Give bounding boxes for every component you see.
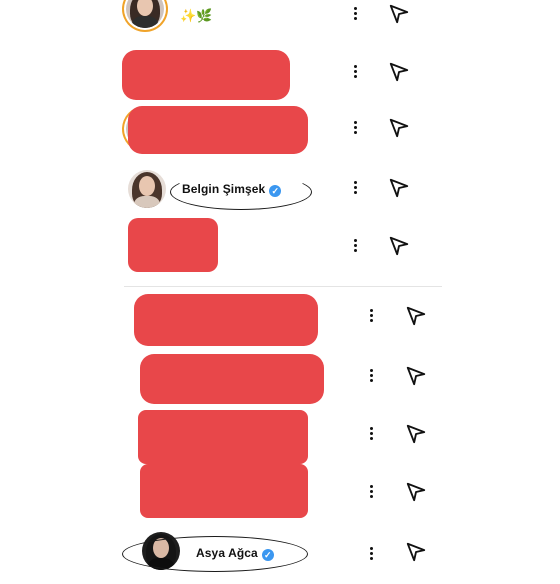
- redaction-mark: [140, 464, 308, 518]
- suggested-user-row[interactable]: Asya Ağca ✓: [0, 526, 560, 584]
- suggested-user-row[interactable]: Belgin Şimşek ✓: [0, 160, 560, 218]
- more-options-icon[interactable]: [350, 120, 362, 136]
- more-options-icon[interactable]: [350, 64, 362, 80]
- pen-underline: [122, 536, 308, 572]
- send-icon[interactable]: [388, 235, 410, 257]
- redaction-mark: [134, 294, 318, 346]
- redaction-mark: [140, 354, 324, 404]
- suggested-user-row[interactable]: [0, 100, 560, 158]
- suggested-user-row[interactable]: [0, 44, 560, 102]
- redaction-mark: [128, 218, 218, 272]
- send-icon[interactable]: [405, 481, 427, 503]
- redaction-mark: [128, 106, 308, 154]
- suggested-user-row[interactable]: [0, 408, 560, 466]
- avatar[interactable]: [128, 170, 166, 208]
- send-icon[interactable]: [388, 117, 410, 139]
- more-options-icon[interactable]: [350, 180, 362, 196]
- send-icon[interactable]: [405, 423, 427, 445]
- list-divider: [124, 286, 442, 287]
- send-icon[interactable]: [405, 365, 427, 387]
- more-options-icon[interactable]: [350, 6, 362, 22]
- avatar[interactable]: [126, 0, 164, 28]
- send-icon[interactable]: [405, 305, 427, 327]
- avatar-body: [134, 196, 160, 208]
- suggested-user-row[interactable]: [0, 218, 560, 276]
- more-options-icon[interactable]: [366, 308, 378, 324]
- send-icon[interactable]: [388, 3, 410, 25]
- send-icon[interactable]: [388, 177, 410, 199]
- avatar-face: [139, 176, 155, 196]
- more-options-icon[interactable]: [366, 426, 378, 442]
- more-options-icon[interactable]: [366, 368, 378, 384]
- suggested-user-row[interactable]: [0, 292, 560, 350]
- more-options-icon[interactable]: [366, 484, 378, 500]
- redaction-mark: [122, 50, 290, 100]
- avatar-body: [132, 16, 158, 28]
- suggested-user-row[interactable]: ✨🌿: [0, 0, 560, 44]
- pen-underline: [170, 174, 312, 210]
- username[interactable]: ✨🌿: [180, 8, 212, 24]
- more-options-icon[interactable]: [350, 238, 362, 254]
- send-icon[interactable]: [388, 61, 410, 83]
- redaction-mark: [138, 410, 308, 464]
- suggested-user-row[interactable]: [0, 464, 560, 522]
- suggested-user-row[interactable]: [0, 350, 560, 408]
